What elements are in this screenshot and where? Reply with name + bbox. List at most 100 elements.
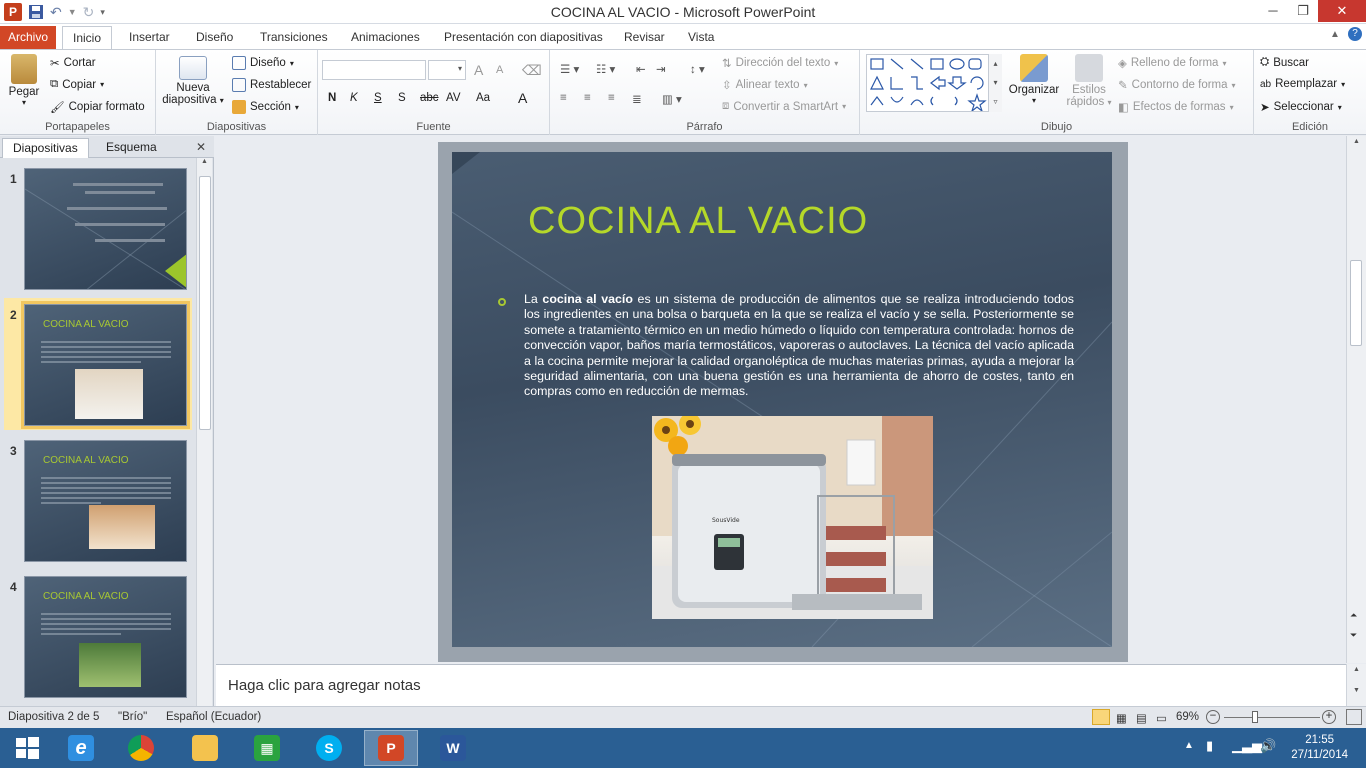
network-icon[interactable]: ▮: [1206, 738, 1213, 754]
font-size-combo[interactable]: ▾: [428, 60, 466, 80]
theme-name[interactable]: "Brío": [118, 711, 147, 723]
close-button[interactable]: ✕: [1318, 0, 1366, 22]
text-direction-button[interactable]: ⇅ Dirección del texto ▾: [722, 56, 838, 70]
strikethrough-button[interactable]: abc: [420, 92, 439, 104]
italic-button[interactable]: K: [350, 92, 358, 104]
line-spacing-icon[interactable]: ↕ ▾: [690, 62, 705, 76]
start-button[interactable]: [0, 730, 54, 766]
reset-button[interactable]: Restablecer: [232, 78, 311, 92]
zoom-level[interactable]: 69%: [1176, 711, 1199, 723]
zoom-slider[interactable]: [1224, 717, 1320, 718]
notes-pane[interactable]: Haga clic para agregar notas: [216, 664, 1346, 706]
char-spacing-button[interactable]: AV: [446, 92, 461, 104]
slide-scrollbar[interactable]: ▲ ⏶ ⏷: [1346, 136, 1366, 663]
panel-scrollbar[interactable]: ▲: [196, 158, 212, 706]
slide-indicator[interactable]: Diapositiva 2 de 5: [8, 711, 99, 723]
font-name-combo[interactable]: [322, 60, 426, 80]
notes-placeholder[interactable]: Haga clic para agregar notas: [228, 677, 421, 694]
font-color-button[interactable]: A: [518, 90, 527, 106]
previous-slide-icon[interactable]: ⏶: [1350, 610, 1357, 621]
sous-vide-photo[interactable]: SousVide: [652, 416, 933, 619]
copy-button[interactable]: ⧉ Copiar ▾: [50, 78, 104, 91]
tab-animaciones[interactable]: Animaciones: [341, 26, 430, 49]
tab-diapositivas[interactable]: Diapositivas: [2, 138, 89, 158]
paste-button[interactable]: Pegar ▾: [4, 54, 44, 107]
taskbar-explorer[interactable]: [178, 730, 232, 766]
maximize-button[interactable]: ❐: [1288, 0, 1318, 22]
taskbar-powerpoint[interactable]: P: [364, 730, 418, 766]
shrink-font-button[interactable]: A: [496, 64, 503, 76]
taskbar-skype[interactable]: S: [302, 730, 356, 766]
tab-archivo[interactable]: Archivo: [0, 26, 56, 49]
clock[interactable]: 21:55 27/11/2014: [1291, 733, 1348, 763]
grow-font-button[interactable]: A: [474, 62, 483, 78]
shape-fill-button[interactable]: ◈ Relleno de forma ▾: [1118, 56, 1226, 70]
align-text-button[interactable]: ⇳ Alinear texto ▾: [722, 78, 808, 92]
reading-view-icon[interactable]: ▤: [1136, 711, 1147, 725]
zoom-in-icon[interactable]: +: [1322, 710, 1336, 724]
select-button[interactable]: ➤ Seleccionar ▾: [1260, 100, 1342, 114]
scroll-up-icon[interactable]: ▲: [1347, 138, 1366, 145]
layout-button[interactable]: Diseño ▾: [232, 56, 294, 70]
underline-button[interactable]: S: [374, 92, 382, 104]
help-icon[interactable]: [1204, 0, 1234, 22]
shapes-gallery[interactable]: [866, 54, 1002, 113]
slide-body-text[interactable]: La cocina al vacío es un sistema de prod…: [524, 292, 1074, 400]
slide-thumbnail-2[interactable]: COCINA AL VACIO: [21, 301, 190, 429]
taskbar-chrome[interactable]: [114, 730, 168, 766]
columns-icon[interactable]: ▥ ▾: [662, 92, 682, 106]
scroll-up-icon[interactable]: ▲: [197, 158, 212, 165]
shadow-button[interactable]: S: [398, 92, 406, 104]
smartart-button[interactable]: ⧈ Convertir a SmartArt ▾: [722, 100, 846, 113]
change-case-button[interactable]: Aa: [476, 92, 490, 104]
shape-effects-button[interactable]: ◧ Efectos de formas ▾: [1118, 100, 1234, 114]
replace-button[interactable]: ab Reemplazar ▾: [1260, 78, 1345, 90]
scroll-down-icon[interactable]: ▼: [1347, 687, 1366, 694]
show-hidden-icons[interactable]: ▲: [1184, 740, 1194, 751]
taskbar-ie[interactable]: e: [54, 730, 108, 766]
justify-icon[interactable]: ≣: [632, 92, 642, 106]
help-icon[interactable]: ?: [1348, 27, 1362, 41]
tab-vista[interactable]: Vista: [678, 26, 724, 49]
panel-scroll-thumb[interactable]: [199, 176, 211, 430]
tab-esquema[interactable]: Esquema: [96, 138, 167, 158]
bold-button[interactable]: N: [328, 92, 336, 104]
align-right-icon[interactable]: ≡: [608, 92, 615, 104]
numbering-icon[interactable]: ☷ ▾: [596, 62, 615, 76]
quick-styles-button[interactable]: Estilos rápidos ▾: [1062, 54, 1116, 108]
shape-outline-button[interactable]: ✎ Contorno de forma ▾: [1118, 78, 1236, 92]
next-slide-icon[interactable]: ⏷: [1350, 630, 1357, 641]
fit-slide-icon[interactable]: [1346, 709, 1362, 725]
collapse-ribbon-icon[interactable]: ▲: [1330, 29, 1340, 40]
close-panel-icon[interactable]: ✕: [196, 140, 206, 154]
tab-revisar[interactable]: Revisar: [614, 26, 675, 49]
increase-indent-icon[interactable]: ⇥: [656, 62, 666, 76]
normal-view-icon[interactable]: [1092, 709, 1110, 725]
clear-format-icon[interactable]: ⌫: [522, 62, 542, 79]
new-slide-button[interactable]: Nueva diapositiva ▾: [162, 54, 224, 106]
minimize-button[interactable]: ─: [1258, 0, 1288, 22]
notes-scrollbar[interactable]: ▲ ▼: [1346, 664, 1366, 706]
language-indicator[interactable]: Español (Ecuador): [166, 711, 261, 723]
format-painter-button[interactable]: 🖌 Copiar formato: [50, 100, 145, 114]
arrange-button[interactable]: Organizar ▾: [1006, 54, 1062, 105]
align-left-icon[interactable]: ≡: [560, 92, 567, 104]
taskbar-store[interactable]: ▦: [240, 730, 294, 766]
align-center-icon[interactable]: ≡: [584, 92, 591, 104]
taskbar-word[interactable]: W: [426, 730, 480, 766]
signal-icon[interactable]: ▁▃▅: [1232, 738, 1262, 754]
volume-icon[interactable]: 🔊: [1260, 738, 1276, 754]
cut-button[interactable]: ✂ Cortar: [50, 56, 96, 70]
tab-inicio[interactable]: Inicio: [62, 26, 113, 49]
bullets-icon[interactable]: ☰ ▾: [560, 62, 579, 76]
slide-sorter-icon[interactable]: ▦: [1116, 711, 1127, 725]
slideshow-icon[interactable]: ▭: [1156, 711, 1167, 725]
tab-transiciones[interactable]: Transiciones: [250, 26, 338, 49]
tab-insertar[interactable]: Insertar: [119, 26, 180, 49]
shapes-scroll[interactable]: ▴ ▾ ▿: [988, 54, 1002, 112]
slide-canvas[interactable]: COCINA AL VACIO La cocina al vacío es un…: [452, 152, 1112, 647]
slide-thumbnail-3[interactable]: COCINA AL VACIO: [24, 440, 187, 562]
slide-scroll-thumb[interactable]: [1350, 260, 1362, 346]
slide-title[interactable]: COCINA AL VACIO: [528, 200, 868, 243]
tab-diseno[interactable]: Diseño: [186, 26, 243, 49]
